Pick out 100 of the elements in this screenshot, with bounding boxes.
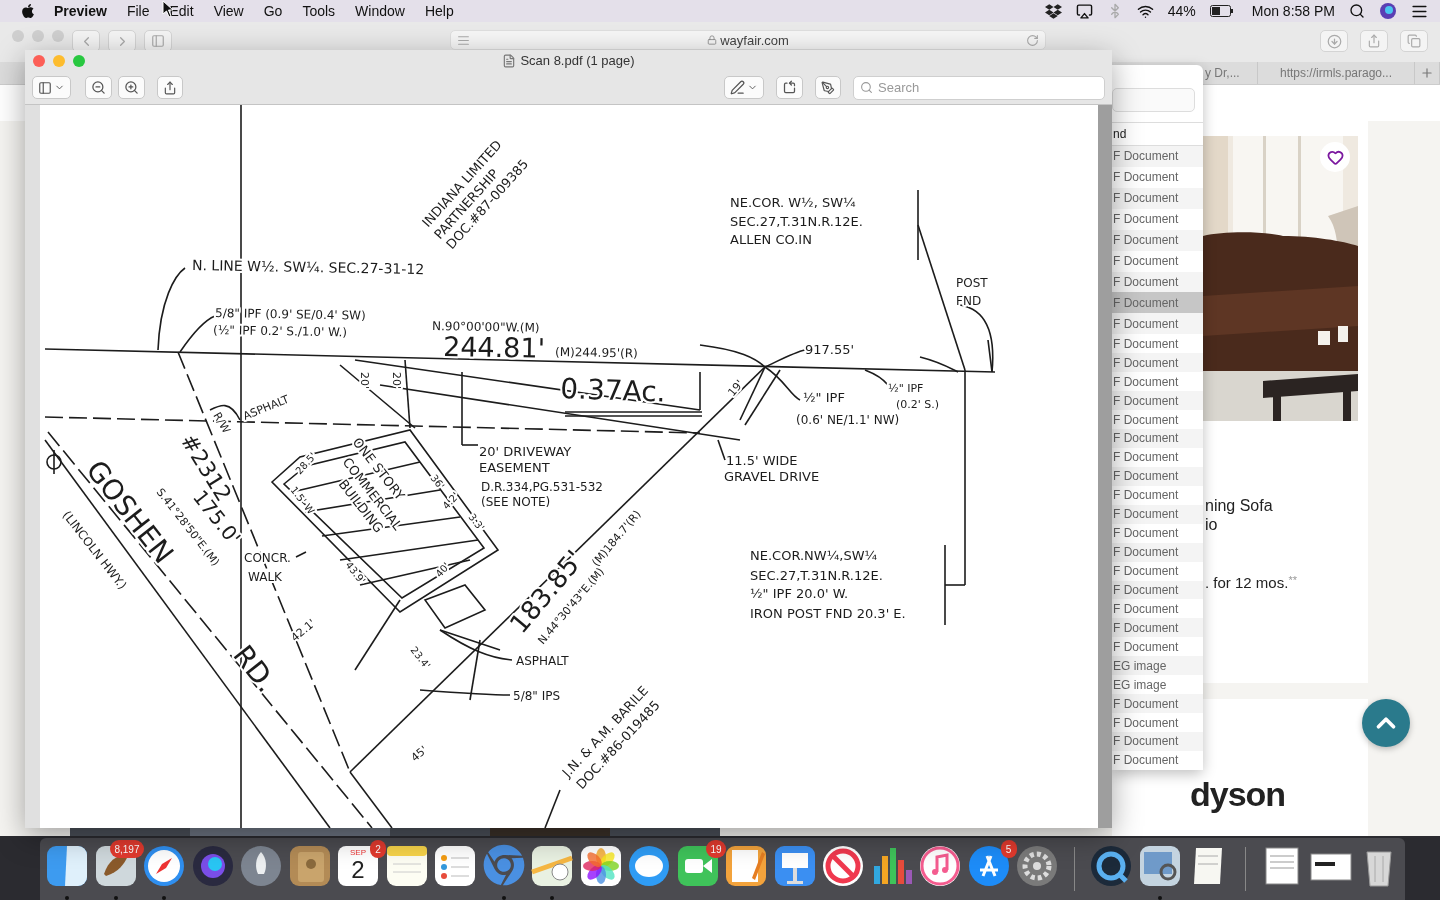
share-button[interactable]	[157, 76, 183, 100]
product-title: io	[1204, 515, 1219, 534]
plat-label: 5/8" IPS	[513, 689, 561, 703]
plat-label: N.90°00'00"W.(M)	[431, 319, 540, 335]
menu-item[interactable]: Go	[263, 3, 283, 19]
no-sign-icon[interactable]	[821, 844, 865, 888]
plat-label: ½" IPF	[803, 390, 845, 405]
menu-item[interactable]: Help	[424, 3, 454, 19]
heart-icon	[1326, 148, 1344, 166]
orb-icon[interactable]	[190, 844, 235, 888]
file-row[interactable]: F Document	[1112, 637, 1203, 657]
zoom-out-button[interactable]	[85, 76, 112, 100]
plat-label: SEC.27,T.31N.R.12E.	[750, 568, 883, 583]
file-row[interactable]: F Document	[1112, 599, 1203, 619]
notepad-icon[interactable]	[384, 844, 429, 888]
podium-icon[interactable]	[772, 844, 817, 888]
browser-tab[interactable]: https://irmls.parago...	[1258, 62, 1415, 84]
zoom-out-icon	[91, 80, 106, 96]
file-row[interactable]: EG image	[1112, 656, 1203, 676]
menu-item[interactable]: Edit	[169, 3, 194, 19]
file-row[interactable]: F Document	[1112, 694, 1203, 714]
pen-icon	[730, 80, 745, 96]
share-icon	[163, 80, 177, 95]
file-row[interactable]: F Document	[1112, 145, 1203, 167]
split-square-icon[interactable]	[45, 844, 89, 888]
file-row[interactable]: F Document	[1112, 618, 1203, 638]
file-row[interactable]: F Document	[1112, 292, 1203, 314]
file-row[interactable]: F Document	[1112, 271, 1203, 293]
battery-percent: 44%	[1167, 3, 1196, 19]
ring-icon[interactable]	[1089, 844, 1133, 888]
file-row[interactable]: F Document	[1112, 250, 1203, 272]
financing-offer: . for 12 mos.**	[1204, 574, 1298, 591]
file-row[interactable]: F Document	[1112, 410, 1203, 429]
file-row[interactable]: F Document	[1112, 372, 1203, 392]
menu-item[interactable]: Tools	[302, 3, 336, 19]
notification-badge: 8,197	[110, 840, 144, 858]
product-title: ning Sofa	[1204, 496, 1274, 515]
map-icon[interactable]	[530, 844, 574, 888]
plat-label: IRON POST FND 20.3' E.	[750, 606, 906, 621]
file-row[interactable]: F Document	[1112, 166, 1203, 188]
dropbox-icon[interactable]	[1044, 2, 1062, 20]
zoom-in-button[interactable]	[118, 76, 145, 100]
plat-label: ½" IPF	[888, 382, 924, 395]
speech-bubble-icon[interactable]	[627, 844, 671, 888]
markup-button[interactable]	[815, 76, 841, 100]
plat-label: SEC.27,T.31N.R.12E.	[730, 214, 863, 229]
orb-icon[interactable]	[1379, 2, 1397, 20]
apple-icon[interactable]	[20, 3, 36, 19]
airplay-icon[interactable]	[1075, 2, 1093, 20]
video-camera-icon[interactable]	[675, 844, 720, 888]
notification-badge: 5	[1000, 840, 1017, 858]
file-row[interactable]: EG image	[1112, 675, 1203, 695]
menu-item[interactable]: Preview	[54, 3, 107, 19]
notification-badge: 2	[370, 840, 386, 858]
flower-icon[interactable]	[578, 844, 623, 888]
music-note-icon[interactable]	[918, 844, 962, 888]
file-row[interactable]: F Document	[1112, 391, 1203, 411]
file-row[interactable]: F Document	[1112, 732, 1203, 751]
sidebar-button[interactable]	[32, 76, 71, 100]
compass-icon[interactable]	[142, 844, 186, 888]
file-row[interactable]: F Document	[1112, 429, 1203, 448]
search-field[interactable]	[1112, 88, 1195, 112]
battery-icon[interactable]	[1209, 5, 1234, 17]
search-icon[interactable]	[1349, 3, 1365, 19]
photo-loupe-icon[interactable]	[1137, 844, 1182, 888]
plat-label: ASPHALT	[516, 654, 569, 668]
plat-label: 20'	[358, 372, 371, 390]
file-row[interactable]: F Document	[1112, 229, 1203, 251]
plat-label: 0.37Ac.	[559, 372, 667, 409]
file-row[interactable]: F Document	[1112, 208, 1203, 230]
file-row[interactable]: F Document	[1112, 353, 1203, 373]
pen-and-paper-icon[interactable]	[724, 844, 768, 888]
file-row[interactable]: F Document	[1112, 313, 1203, 335]
file-row[interactable]: F Document	[1112, 334, 1203, 354]
plus-icon	[1420, 66, 1434, 80]
plat-label: 45'	[408, 743, 430, 765]
app-store-icon[interactable]	[966, 844, 1011, 888]
gear-icon[interactable]	[1015, 844, 1059, 888]
plat-label: ½" IPF 20.0' W.	[750, 586, 849, 601]
plat-label: EASEMENT	[479, 460, 550, 475]
lock-icon	[707, 35, 718, 45]
menu-item[interactable]: File	[126, 3, 150, 19]
markup-pen-button[interactable]	[724, 76, 764, 100]
plat-label: 917.55'	[805, 342, 855, 357]
plat-label: 40'	[433, 560, 452, 580]
plat-label: (0.6' NE/1.1' NW)	[796, 413, 900, 427]
plat-label: 11.5' WIDE	[726, 453, 798, 468]
menu-item[interactable]: Window	[355, 3, 405, 19]
brand-logo: dyson	[1190, 776, 1286, 812]
file-row[interactable]: F Document	[1112, 187, 1203, 209]
file-row[interactable]: F Document	[1112, 713, 1203, 732]
menu-item[interactable]: View	[213, 3, 244, 19]
rotate-button[interactable]	[776, 76, 803, 100]
scroll-top-button[interactable]	[1362, 699, 1410, 747]
plat-label: 1.5' W	[288, 484, 317, 517]
clock[interactable]: Mon 8:58 PM	[1251, 3, 1335, 19]
checklist-icon[interactable]	[433, 844, 477, 888]
calendar-month: SEP	[350, 848, 366, 857]
plat-label: 3.3'	[466, 511, 487, 533]
zoom-in-icon	[124, 80, 139, 96]
